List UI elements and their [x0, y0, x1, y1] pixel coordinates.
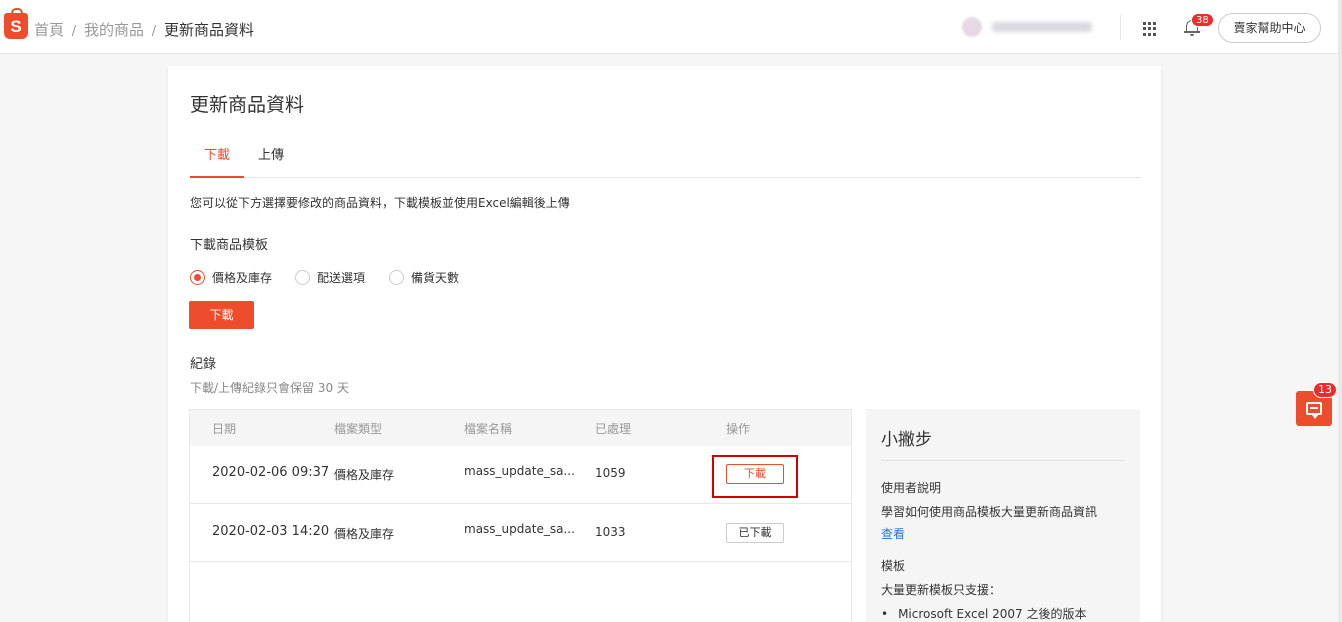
avatar	[962, 17, 982, 37]
records-label: 紀錄	[190, 357, 217, 372]
column-header-processed: 已處理	[595, 422, 632, 436]
guide-text: 學習如何使用商品模板大量更新商品資訊	[881, 505, 1098, 519]
radio-unchecked-icon	[295, 270, 310, 285]
records-table: 日期 檔案類型 檔案名稱 已處理 操作 2020-02-06 09:37 價格及…	[189, 409, 852, 622]
breadcrumb-current: 更新商品資料	[163, 21, 254, 39]
radio-label: 配送選項	[317, 271, 366, 285]
tab-upload[interactable]: 上傳	[258, 144, 284, 178]
radio-label: 備貨天數	[411, 271, 460, 285]
template-heading: 模板	[881, 559, 906, 573]
template-text: 大量更新模板只支援：	[881, 583, 1002, 597]
user-account-menu[interactable]	[962, 17, 1096, 37]
radio-unchecked-icon	[389, 270, 404, 285]
radio-label: 價格及庫存	[212, 271, 273, 285]
breadcrumb-home[interactable]: 首頁	[34, 21, 64, 39]
column-header-date: 日期	[212, 422, 237, 436]
guide-heading: 使用者說明	[881, 481, 942, 495]
breadcrumb: 首頁 / 我的商品 / 更新商品資料	[34, 19, 254, 40]
scrollbar[interactable]	[1338, 0, 1342, 622]
cell-processed: 1059	[595, 466, 626, 480]
tab-download[interactable]: 下載	[189, 144, 245, 178]
divider	[881, 460, 1125, 461]
cell-file-name: mass_update_sa...	[464, 464, 575, 478]
template-bullet-item: Microsoft Excel 2007 之後的版本	[881, 605, 1086, 622]
column-header-file-name: 檔案名稱	[464, 422, 513, 436]
table-row: 2020-02-06 09:37 價格及庫存 mass_update_sa...…	[190, 446, 851, 504]
cell-file-type: 價格及庫存	[334, 468, 395, 482]
template-section-label: 下載商品模板	[190, 238, 269, 253]
column-header-file-type: 檔案類型	[334, 422, 383, 436]
download-template-button[interactable]: 下載	[189, 301, 254, 329]
records-subtitle: 下載/上傳紀錄只會保留 30 天	[190, 381, 349, 395]
tips-title: 小撇步	[881, 430, 932, 450]
cell-date: 2020-02-06 09:37	[212, 465, 330, 480]
table-header: 日期 檔案類型 檔案名稱 已處理 操作	[190, 410, 851, 446]
row-downloaded-button[interactable]: 已下載	[726, 523, 784, 543]
divider	[1120, 15, 1121, 40]
user-name-blurred	[992, 22, 1092, 32]
guide-view-link[interactable]: 查看	[881, 525, 905, 542]
apps-grid-icon[interactable]	[1143, 22, 1157, 36]
tabs: 下載 上傳	[189, 136, 1141, 178]
top-bar: S 首頁 / 我的商品 / 更新商品資料 38 賣家幫助中心	[0, 0, 1342, 54]
radio-checked-icon	[190, 270, 205, 285]
cell-file-type: 價格及庫存	[334, 527, 395, 541]
shopee-logo-icon[interactable]: S	[4, 8, 28, 39]
notification-count-badge: 38	[1191, 13, 1214, 27]
cell-file-name: mass_update_sa...	[464, 522, 575, 536]
cell-processed: 1033	[595, 525, 626, 539]
main-card: 更新商品資料 下載 上傳 您可以從下方選擇要修改的商品資料，下載模板並使用Exc…	[168, 66, 1161, 622]
chat-count-badge: 13	[1313, 382, 1337, 398]
tips-panel: 小撇步 使用者說明 學習如何使用商品模板大量更新商品資訊 查看 模板 大量更新模…	[866, 409, 1140, 622]
breadcrumb-separator: /	[71, 24, 77, 39]
column-header-action: 操作	[726, 422, 751, 436]
page-description: 您可以從下方選擇要修改的商品資料，下載模板並使用Excel編輯後上傳	[190, 196, 570, 210]
page-title: 更新商品資料	[190, 94, 305, 116]
row-download-button[interactable]: 下載	[726, 464, 784, 484]
seller-help-center-button[interactable]: 賣家幫助中心	[1218, 13, 1321, 43]
breadcrumb-my-products[interactable]: 我的商品	[84, 21, 144, 39]
breadcrumb-separator: /	[151, 24, 157, 39]
chat-icon	[1306, 402, 1322, 419]
table-row: 2020-02-03 14:20 價格及庫存 mass_update_sa...…	[190, 504, 851, 562]
cell-date: 2020-02-03 14:20	[212, 524, 330, 539]
